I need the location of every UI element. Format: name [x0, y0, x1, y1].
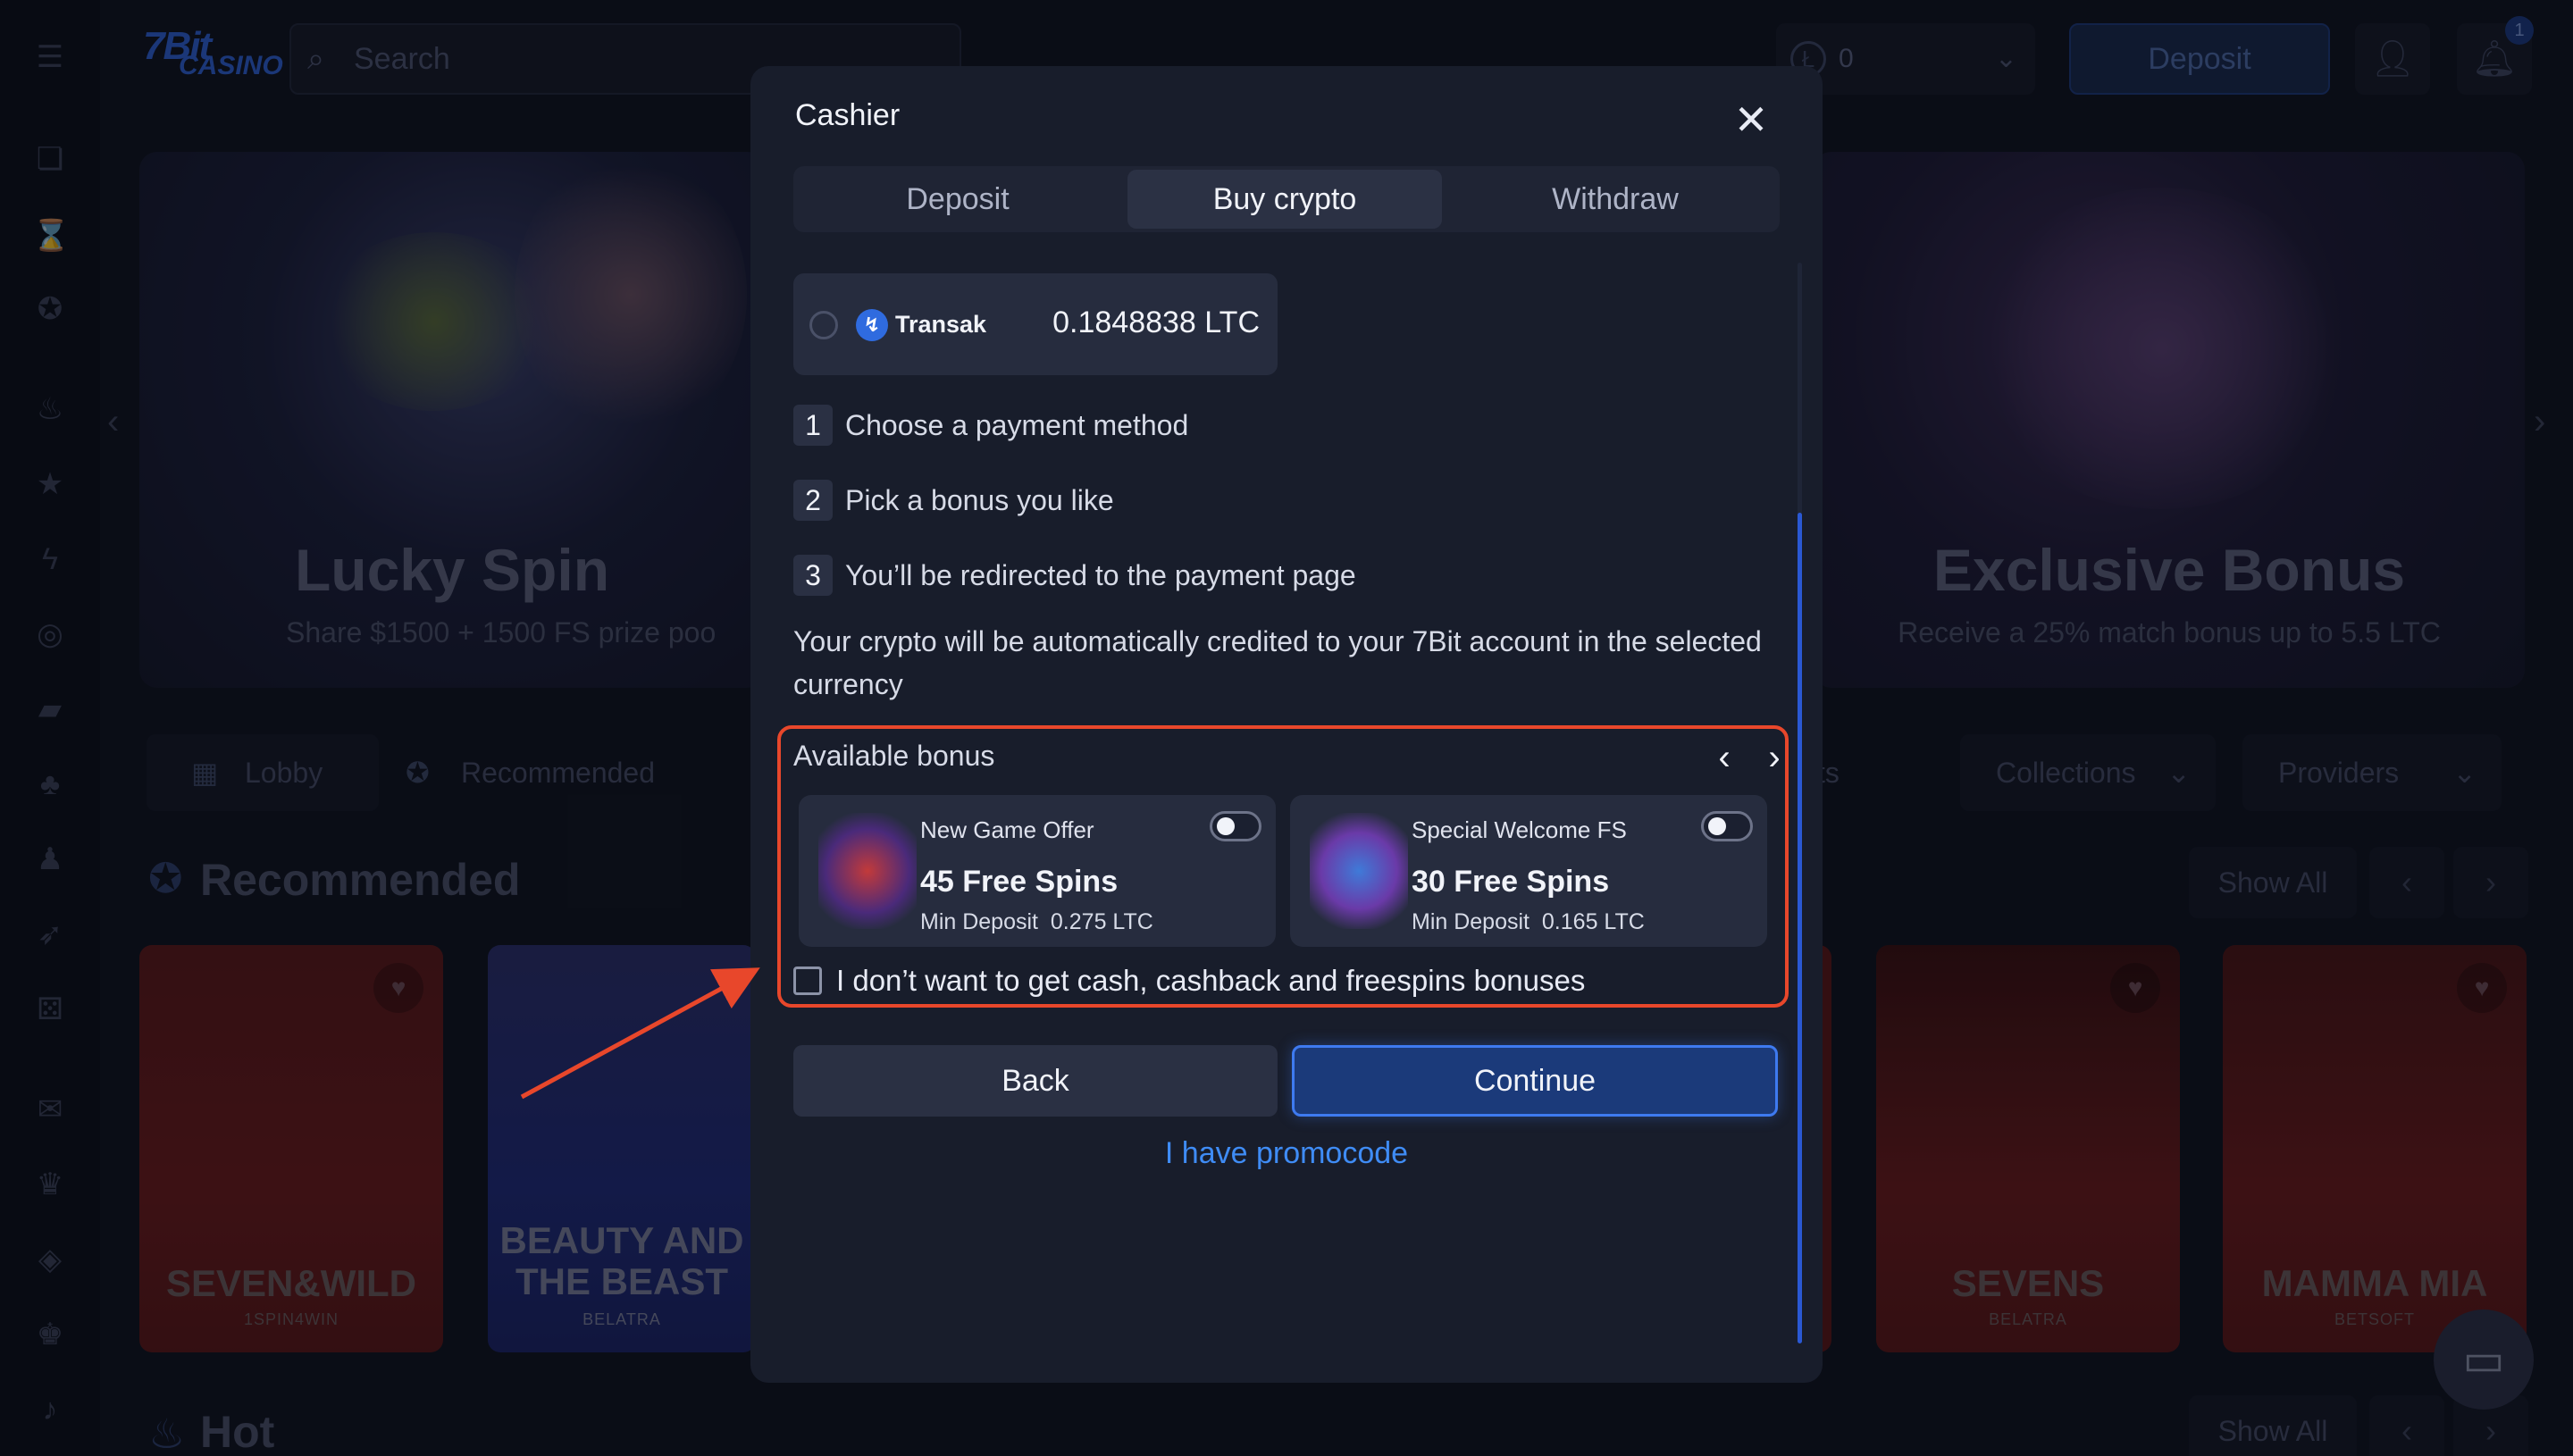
min-deposit-label: Min Deposit [920, 909, 1038, 934]
modal-title: Cashier [795, 98, 901, 132]
lucky-seven-icon [1310, 813, 1408, 929]
no-bonus-checkbox[interactable] [793, 966, 822, 995]
info-text: Your crypto will be automatically credit… [793, 625, 1762, 700]
slot-machine-icon [818, 813, 917, 929]
cashier-tabs: Deposit Buy crypto Withdraw [793, 166, 1780, 232]
close-icon[interactable]: ✕ [1724, 93, 1778, 146]
toggle-knob [1217, 817, 1235, 835]
cashier-modal: Cashier ✕ Deposit Buy crypto Withdraw ↯ … [750, 66, 1823, 1383]
step-item: 2 Pick a bonus you like [793, 479, 1114, 522]
chevron-right-icon[interactable]: › [1756, 740, 1792, 775]
bonus-card[interactable]: Special Welcome FS 30 Free Spins Min Dep… [1290, 795, 1767, 947]
bonus-name: Special Welcome FS [1412, 816, 1627, 843]
min-deposit-label: Min Deposit [1412, 909, 1530, 934]
bonus-spins: 30 Free Spins [1412, 865, 1610, 899]
no-bonus-label: I don’t want to get cash, cashback and f… [836, 964, 1586, 997]
bonus-toggle[interactable] [1701, 811, 1753, 841]
transak-logo-icon: ↯ [856, 309, 888, 341]
step-text: Choose a payment method [845, 409, 1189, 441]
step-number: 1 [793, 405, 833, 446]
tab-buy-crypto[interactable]: Buy crypto [1127, 170, 1442, 229]
step-item: 1 Choose a payment method [793, 404, 1188, 447]
bonus-section-label: Available bonus [793, 740, 995, 772]
promocode-link[interactable]: I have promocode [750, 1136, 1823, 1171]
step-text: Pick a bonus you like [845, 484, 1114, 516]
continue-button[interactable]: Continue [1292, 1045, 1778, 1117]
bonus-spins: 45 Free Spins [920, 865, 1119, 899]
tab-withdraw[interactable]: Withdraw [1454, 170, 1776, 229]
scrollbar-thumb[interactable] [1798, 513, 1802, 1343]
step-number: 3 [793, 555, 833, 596]
step-text: You’ll be redirected to the payment page [845, 559, 1356, 591]
chevron-left-icon[interactable]: ‹ [1706, 740, 1742, 775]
provider-name: Transak [895, 311, 987, 338]
bonus-card[interactable]: New Game Offer 45 Free Spins Min Deposit… [799, 795, 1276, 947]
bonus-toggle[interactable] [1210, 811, 1261, 841]
no-bonus-checkbox-row[interactable]: I don’t want to get cash, cashback and f… [793, 963, 1585, 999]
min-deposit-value: 0.165 LTC [1541, 909, 1645, 934]
step-item: 3 You’ll be redirected to the payment pag… [793, 554, 1356, 597]
provider-amount: 0.1848838 LTC [1052, 305, 1260, 339]
bonus-min-deposit: Min Deposit 0.165 LTC [1412, 909, 1645, 935]
payment-provider-option[interactable]: ↯ Transak 0.1848838 LTC [793, 273, 1278, 375]
toggle-knob [1708, 817, 1726, 835]
step-number: 2 [793, 480, 833, 521]
bonus-min-deposit: Min Deposit 0.275 LTC [920, 909, 1153, 935]
back-button[interactable]: Back [793, 1045, 1278, 1117]
bonus-name: New Game Offer [920, 816, 1094, 843]
tab-deposit[interactable]: Deposit [797, 170, 1119, 229]
min-deposit-value: 0.275 LTC [1050, 909, 1153, 934]
provider-radio[interactable] [809, 311, 838, 339]
